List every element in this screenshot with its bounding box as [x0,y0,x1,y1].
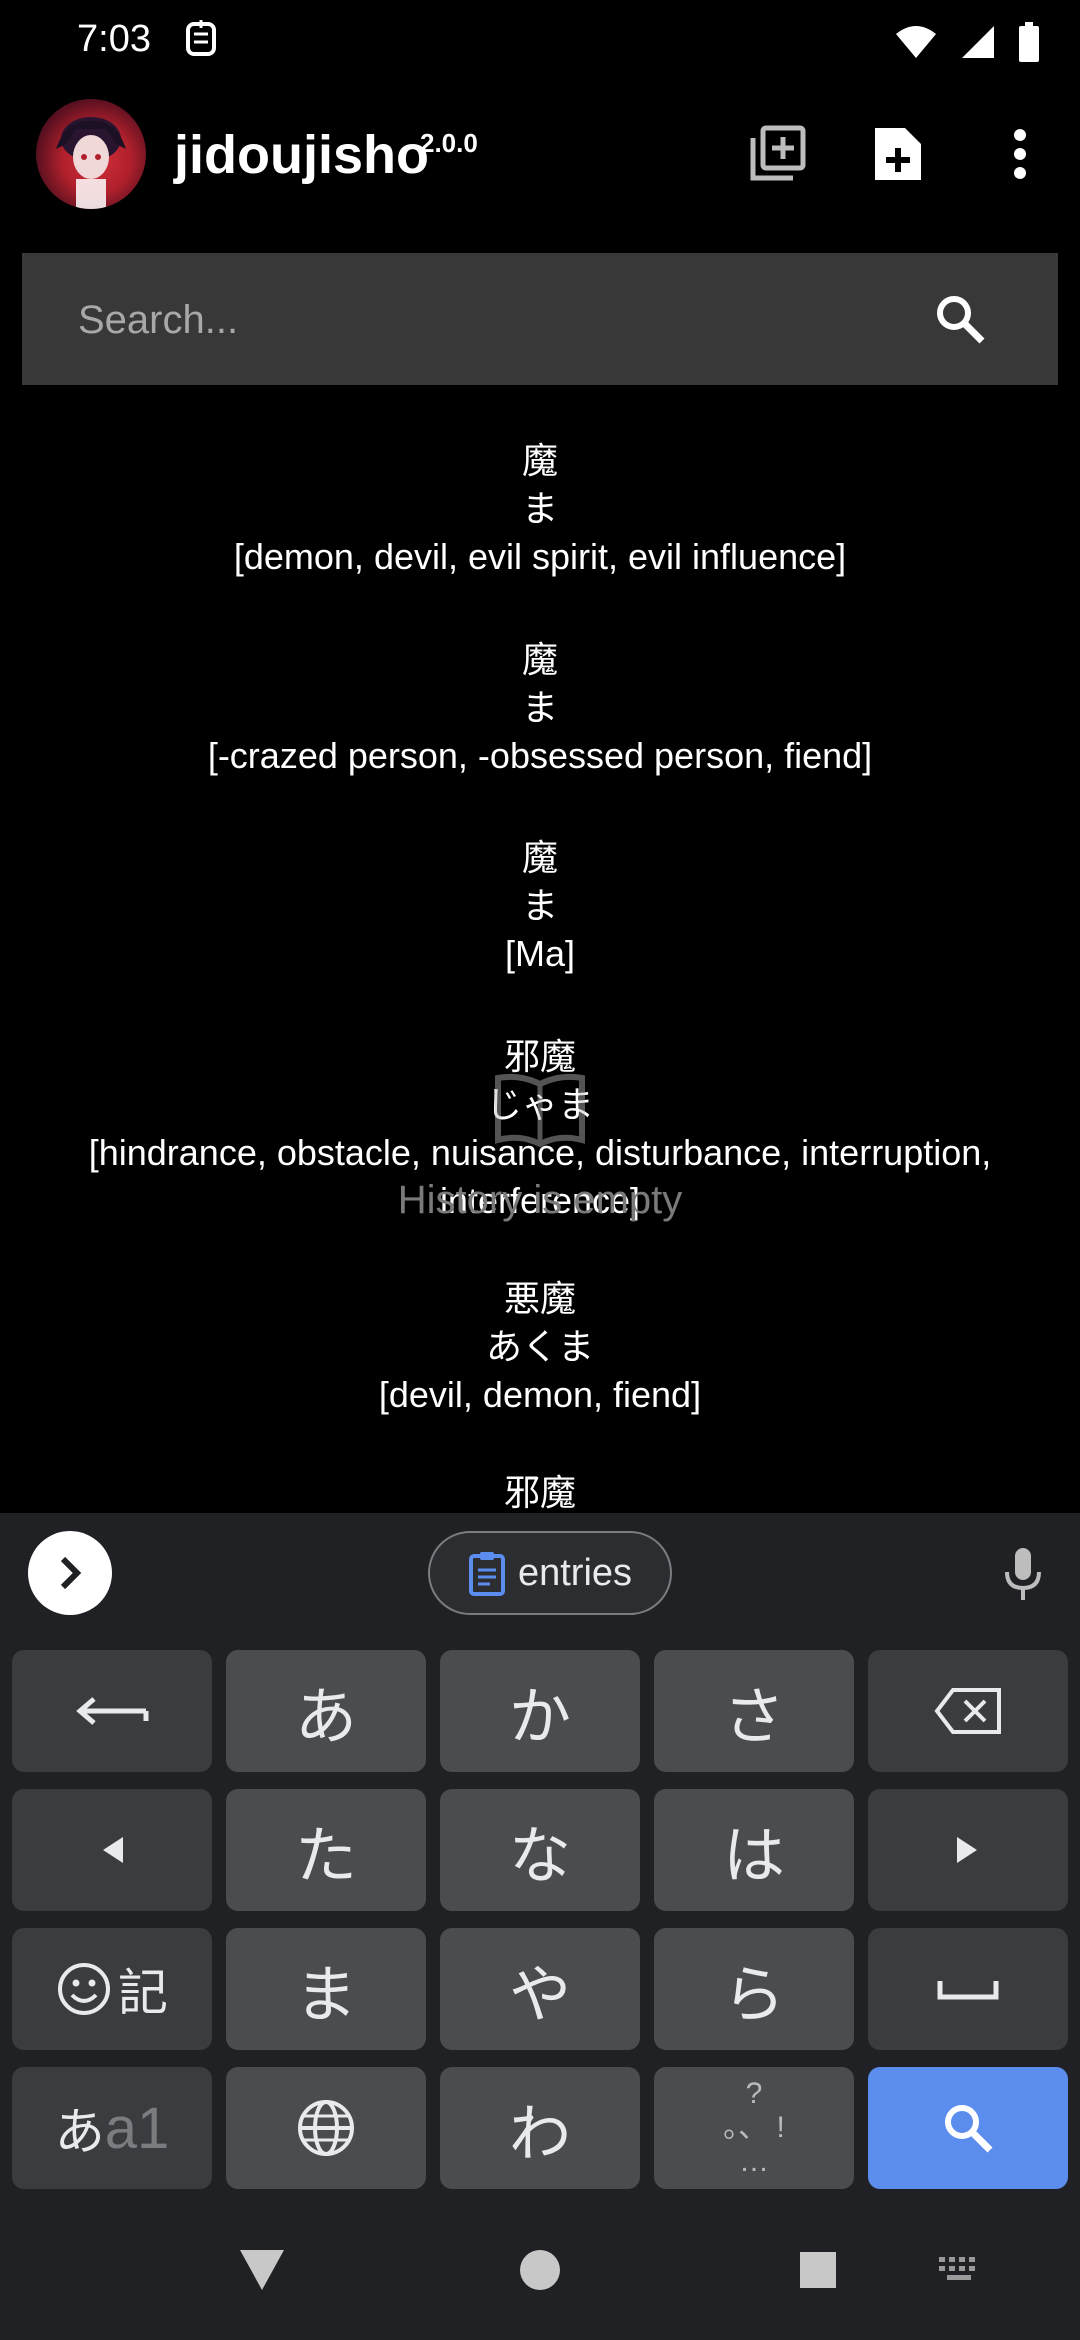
input-mode-key[interactable]: あ a1 [12,2067,212,2189]
punct-top: ? [745,2077,763,2110]
search-bar [22,253,1058,385]
book-icon [490,1070,590,1150]
entry-word: 魔 [521,440,558,481]
battery-icon [1019,22,1039,62]
clipboard-icon [468,1552,505,1596]
emoji-icon [58,1963,110,2015]
mode-key-kana: あ [54,2104,105,2160]
list-item[interactable]: 魔 ま [Ma] [40,834,1040,978]
mode-key-alnum: a1 [104,2095,170,2161]
entry-meaning: [demon, devil, evil spirit, evil influen… [233,536,847,577]
list-item[interactable]: 悪魔 あくま [devil, demon, fiend] [40,1275,1040,1419]
expand-toolbar-button[interactable] [28,1531,112,1615]
add-media-button[interactable] [737,114,817,194]
voice-input-button[interactable] [990,1541,1056,1607]
nav-back-button[interactable] [222,2240,302,2300]
entry-meaning: [devil, demon, fiend] [378,1374,702,1415]
empty-state-text: History is empty [397,1178,683,1222]
key-na[interactable]: な [440,1789,640,1911]
emoji-symbols-key[interactable]: 記 [12,1928,212,2050]
keyboard-toolbar: entries [0,1513,1080,1631]
emoji-key-label: 記 [118,1965,168,2021]
recents-icon [800,2252,836,2288]
space-icon [937,1981,999,2000]
new-document-icon [875,128,921,180]
enter-back-key[interactable] [12,1650,212,1772]
cursor-right-key[interactable] [868,1789,1068,1911]
more-vert-icon [1014,129,1026,179]
backspace-key[interactable] [868,1650,1068,1772]
clipboard-chip[interactable]: entries [428,1531,672,1615]
triangle-left-icon [103,1837,123,1863]
entry-meaning: [Ma] [504,933,575,974]
status-icons [894,20,1040,64]
entry-word: 邪魔 [503,1472,576,1513]
list-item[interactable]: 邪魔 [40,1469,1040,1513]
nav-keyboard-switch-button[interactable] [920,2246,1000,2294]
entry-reading: あくま [485,1326,594,1367]
key-a[interactable]: あ [226,1650,426,1772]
app-version: 2.0.0 [420,128,478,158]
search-icon [937,296,985,344]
new-document-button[interactable] [858,114,938,194]
results-list: 魔 ま [demon, devil, evil spirit, evil inf… [0,385,1080,1513]
wifi-icon [896,26,936,58]
more-options-button[interactable] [980,114,1060,194]
clipboard-chip-label: entries [517,1551,633,1594]
entry-reading: ま [521,687,558,728]
punctuation-key[interactable]: ? 。、 ! … [654,2067,854,2189]
chevron-right-icon [60,1556,82,1590]
search-input[interactable] [76,287,900,353]
home-icon [520,2250,560,2290]
key-ra[interactable]: ら [654,1928,854,2050]
add-media-icon [750,125,806,181]
triangle-right-icon [957,1837,977,1863]
microphone-icon [1005,1548,1041,1600]
backspace-icon [934,1688,1001,1734]
nav-home-button[interactable] [500,2238,580,2302]
list-item[interactable]: 魔 ま [demon, devil, evil spirit, evil inf… [40,437,1040,581]
entry-reading: ま [521,885,558,926]
status-time: 7:03 [77,18,151,60]
entry-meaning: [-crazed person, -obsessed person, fiend… [207,735,873,776]
key-ka[interactable]: か [440,1650,640,1772]
key-ma[interactable]: ま [226,1928,426,2050]
punct-bottom: … [739,2145,769,2178]
search-icon [945,2105,993,2153]
key-ha[interactable]: は [654,1789,854,1911]
key-ya[interactable]: や [440,1928,640,2050]
search-action-key[interactable] [868,2067,1068,2189]
status-bar: 7:03 [0,0,1080,84]
app-notification-icon [182,18,222,62]
keyboard-switch-icon [939,2257,975,2280]
space-key[interactable] [868,1928,1068,2050]
globe-icon [298,2100,354,2156]
list-item[interactable]: 魔 ま [-crazed person, -obsessed person, f… [40,636,1040,780]
nav-recents-button[interactable] [778,2240,858,2300]
entry-word: 魔 [521,837,558,878]
entry-word: 悪魔 [503,1278,576,1319]
key-ta[interactable]: た [226,1789,426,1911]
key-sa[interactable]: さ [654,1650,854,1772]
app-title: jidoujisho [174,125,429,185]
navigation-bar [0,2200,1080,2340]
search-button[interactable] [920,279,1000,359]
return-arrow-icon [76,1697,149,1725]
avatar [36,99,146,209]
cursor-left-key[interactable] [12,1789,212,1911]
entry-word: 魔 [521,639,558,680]
key-wa[interactable]: わ [440,2067,640,2189]
language-switch-key[interactable] [226,2067,426,2189]
back-icon [240,2250,284,2290]
punct-mid: 。、 ! [723,2111,785,2144]
app-bar: jidoujisho 2.0.0 [0,84,1080,244]
cellular-signal-icon [962,26,994,58]
entry-reading: ま [521,488,558,529]
